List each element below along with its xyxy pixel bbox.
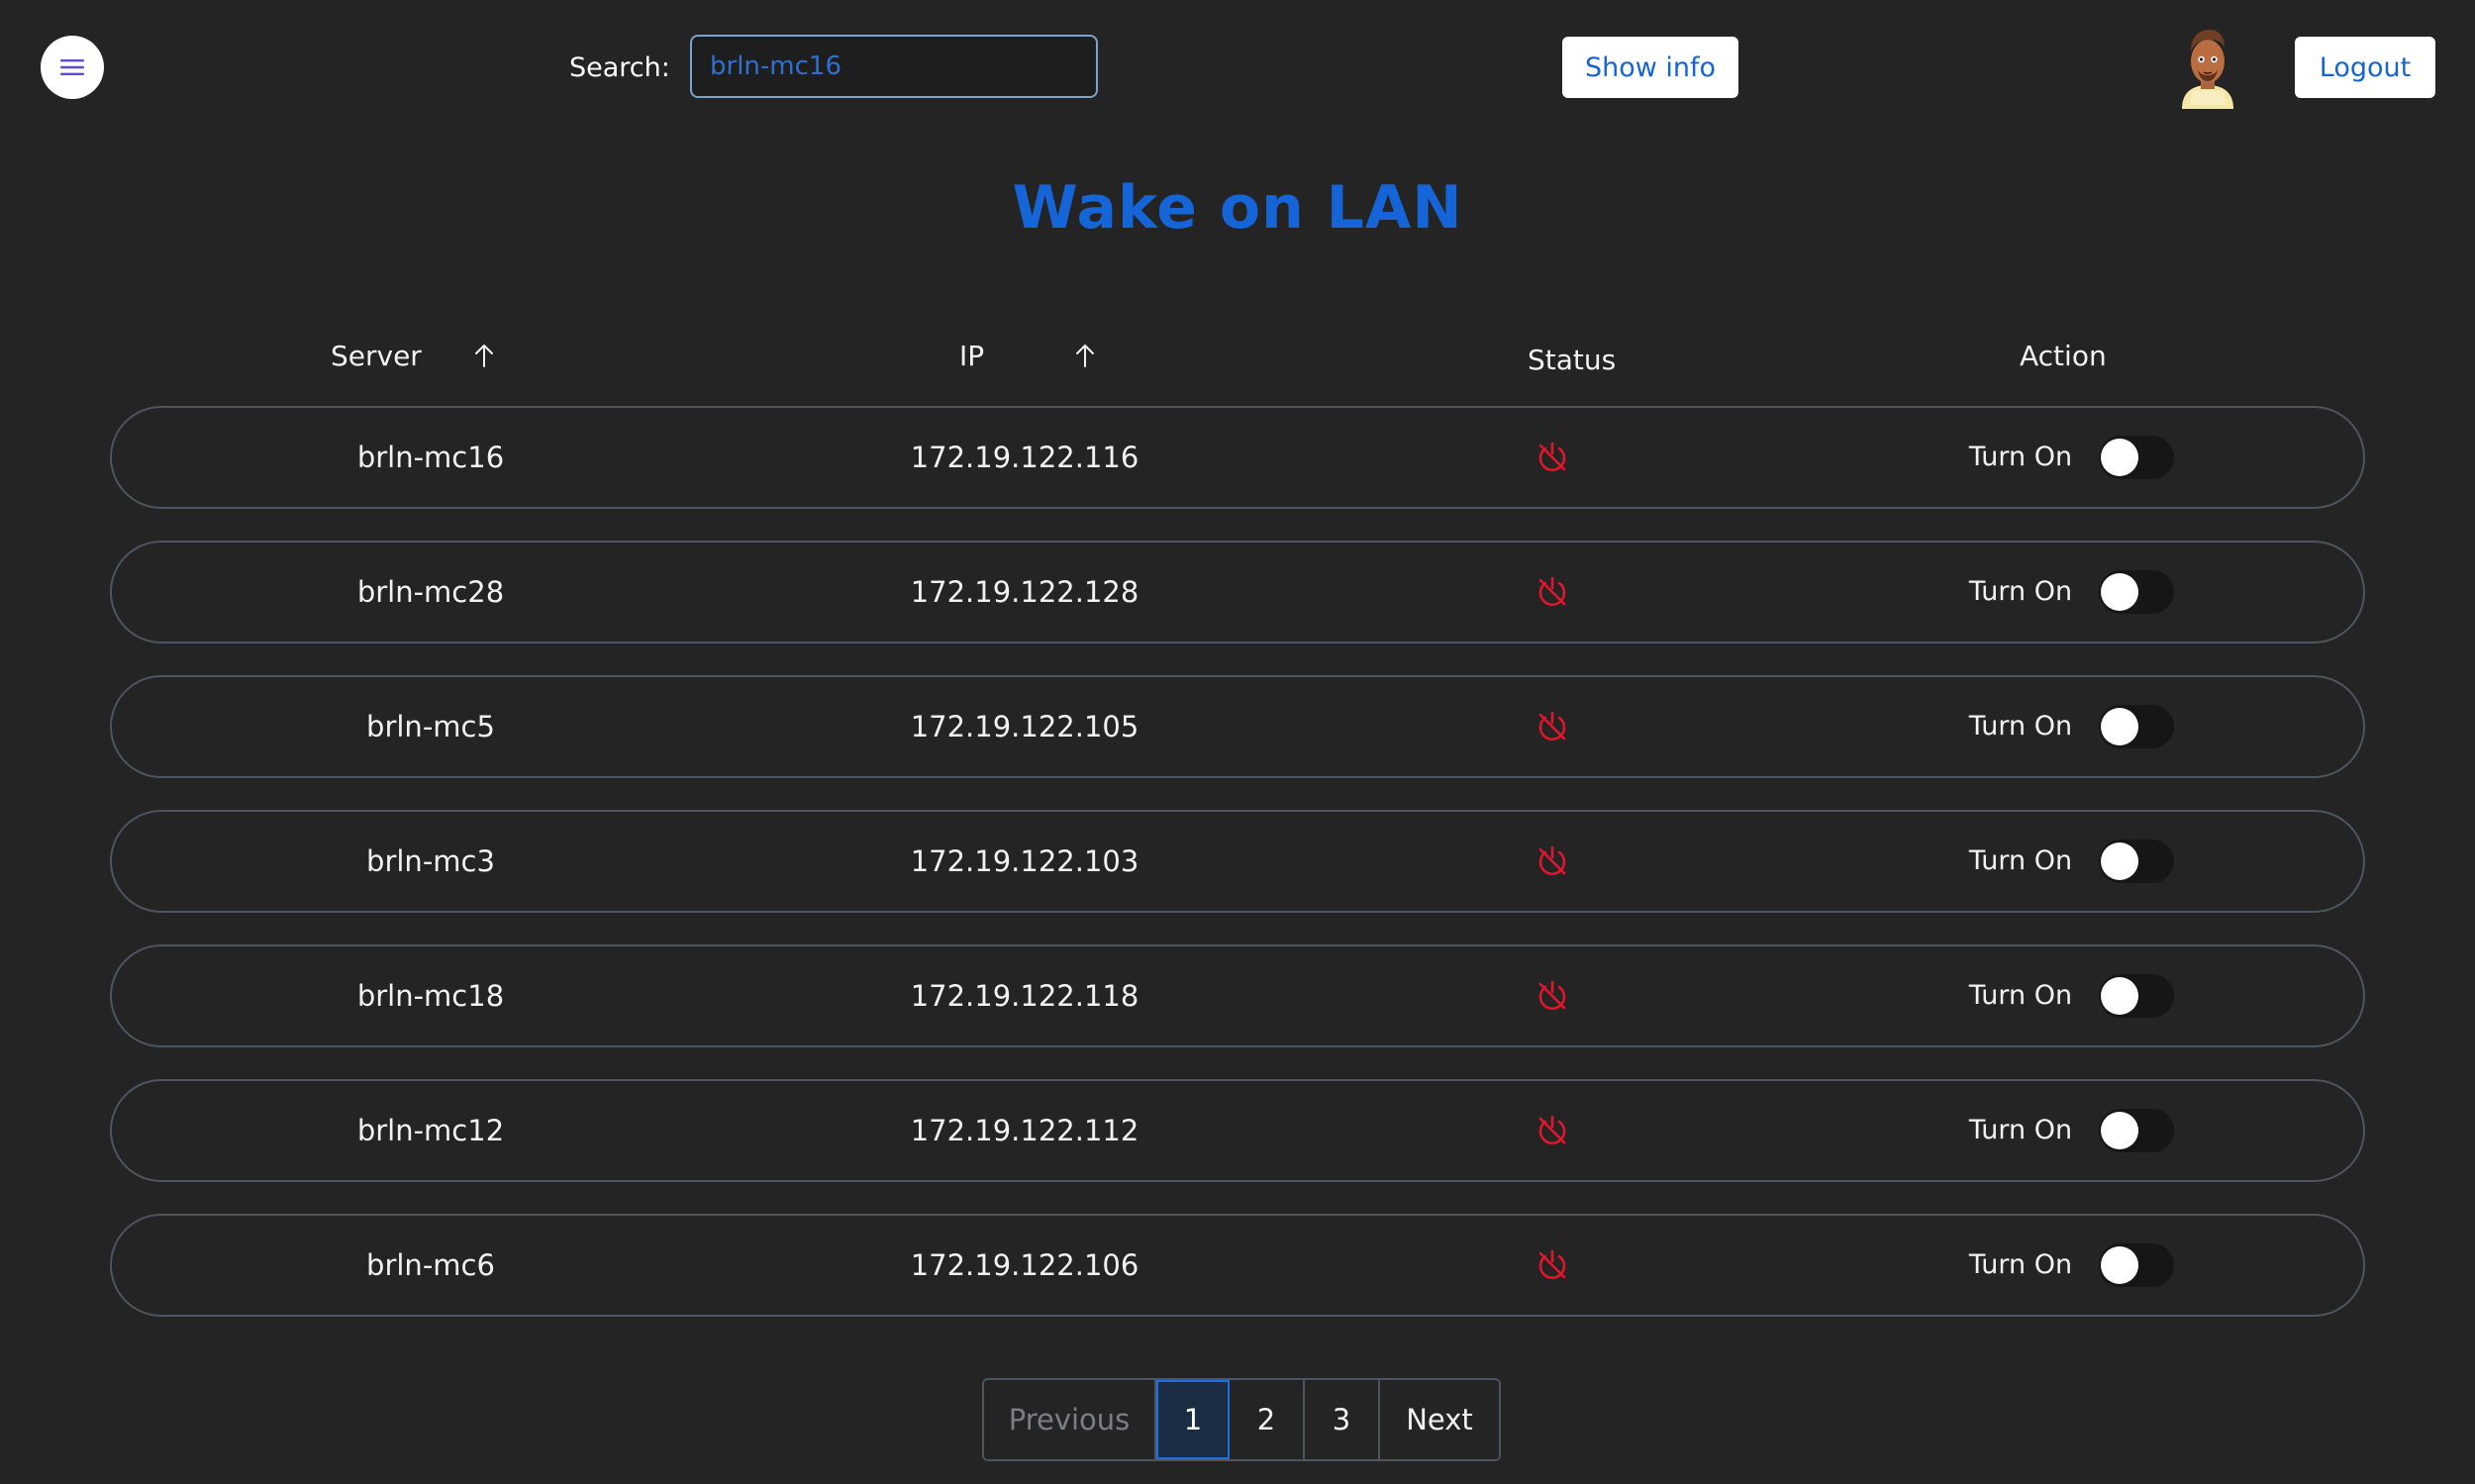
server-name: brln-mc16 — [356, 441, 505, 474]
page-title: Wake on LAN — [1012, 173, 1463, 243]
server-name: brln-mc28 — [356, 575, 505, 609]
pagination-page-2[interactable]: 2 — [1230, 1380, 1305, 1459]
toggle-knob — [2101, 1246, 2138, 1284]
toggle-knob — [2101, 573, 2138, 611]
column-header-ip[interactable]: IP — [959, 337, 984, 376]
user-avatar[interactable] — [2176, 26, 2239, 109]
pagination-previous[interactable]: Previous — [984, 1380, 1156, 1459]
power-toggle[interactable] — [2099, 705, 2174, 748]
table-row: brln-mc5 172.19.122.105 Turn On — [110, 675, 2365, 778]
status-indicator — [1528, 1081, 1577, 1180]
logout-button[interactable]: Logout — [2295, 37, 2435, 98]
server-ip: 172.19.122.106 — [910, 1248, 1139, 1282]
avatar-icon — [2182, 30, 2233, 109]
status-indicator — [1528, 677, 1577, 776]
power-toggle[interactable] — [2099, 974, 2174, 1018]
turn-on-label: Turn On — [1968, 576, 2073, 607]
pagination-next[interactable]: Next — [1380, 1380, 1499, 1459]
status-indicator — [1528, 408, 1577, 507]
table-row: brln-mc18 172.19.122.118 Turn On — [110, 944, 2365, 1047]
power-off-icon — [1538, 845, 1566, 875]
server-ip: 172.19.122.118 — [910, 979, 1139, 1013]
search-input[interactable] — [690, 35, 1098, 98]
menu-button[interactable] — [41, 36, 104, 99]
table-row: brln-mc6 172.19.122.106 Turn On — [110, 1214, 2365, 1317]
power-toggle[interactable] — [2099, 436, 2174, 479]
power-off-icon — [1538, 980, 1566, 1010]
arrow-up-icon — [475, 345, 493, 367]
table-row: brln-mc12 172.19.122.112 Turn On — [110, 1079, 2365, 1182]
pagination-page-3[interactable]: 3 — [1305, 1380, 1380, 1459]
server-ip: 172.19.122.116 — [910, 441, 1139, 474]
show-info-button[interactable]: Show info — [1562, 37, 1738, 98]
turn-on-label: Turn On — [1968, 980, 2073, 1011]
power-toggle[interactable] — [2099, 1243, 2174, 1287]
arrow-up-icon — [1076, 345, 1094, 367]
status-indicator — [1528, 946, 1577, 1045]
power-off-icon — [1538, 442, 1566, 471]
turn-on-label: Turn On — [1968, 845, 2073, 876]
status-indicator — [1528, 543, 1577, 642]
column-header-status: Status — [1528, 344, 1617, 376]
turn-on-label: Turn On — [1968, 1115, 2073, 1145]
server-name: brln-mc3 — [366, 844, 495, 878]
power-toggle[interactable] — [2099, 840, 2174, 883]
toggle-knob — [2101, 1112, 2138, 1149]
server-ip: 172.19.122.105 — [910, 710, 1139, 743]
server-name: brln-mc5 — [366, 710, 495, 743]
toggle-knob — [2101, 708, 2138, 745]
pagination: Previous 1 2 3 Next — [982, 1378, 1501, 1461]
sort-ip-button[interactable] — [1074, 337, 1096, 376]
power-off-icon — [1538, 1249, 1566, 1279]
server-ip: 172.19.122.128 — [910, 575, 1139, 609]
turn-on-label: Turn On — [1968, 1249, 2073, 1280]
turn-on-label: Turn On — [1968, 711, 2073, 742]
table-row: brln-mc28 172.19.122.128 Turn On — [110, 541, 2365, 643]
page: Search: Show info Logout Wake on LAN Ser… — [0, 0, 2475, 1484]
status-indicator — [1528, 1216, 1577, 1315]
toggle-knob — [2101, 439, 2138, 476]
pagination-page-1[interactable]: 1 — [1156, 1380, 1230, 1459]
server-ip: 172.19.122.103 — [910, 844, 1139, 878]
toggle-knob — [2101, 977, 2138, 1015]
server-name: brln-mc18 — [356, 979, 505, 1013]
power-off-icon — [1538, 1115, 1566, 1144]
sort-server-button[interactable] — [473, 337, 495, 376]
table-row: brln-mc3 172.19.122.103 Turn On — [110, 810, 2365, 913]
toggle-knob — [2101, 842, 2138, 880]
table-row: brln-mc16 172.19.122.116 Turn On — [110, 406, 2365, 509]
server-ip: 172.19.122.112 — [910, 1114, 1139, 1147]
search-label: Search: — [569, 52, 670, 83]
server-name: brln-mc6 — [366, 1248, 495, 1282]
power-off-icon — [1538, 576, 1566, 606]
power-off-icon — [1538, 711, 1566, 741]
column-header-action: Action — [2020, 340, 2107, 372]
power-toggle[interactable] — [2099, 570, 2174, 614]
hamburger-menu-icon — [60, 59, 84, 75]
turn-on-label: Turn On — [1968, 442, 2073, 472]
column-header-server[interactable]: Server — [331, 337, 422, 376]
power-toggle[interactable] — [2099, 1109, 2174, 1152]
status-indicator — [1528, 812, 1577, 911]
server-name: brln-mc12 — [356, 1114, 505, 1147]
